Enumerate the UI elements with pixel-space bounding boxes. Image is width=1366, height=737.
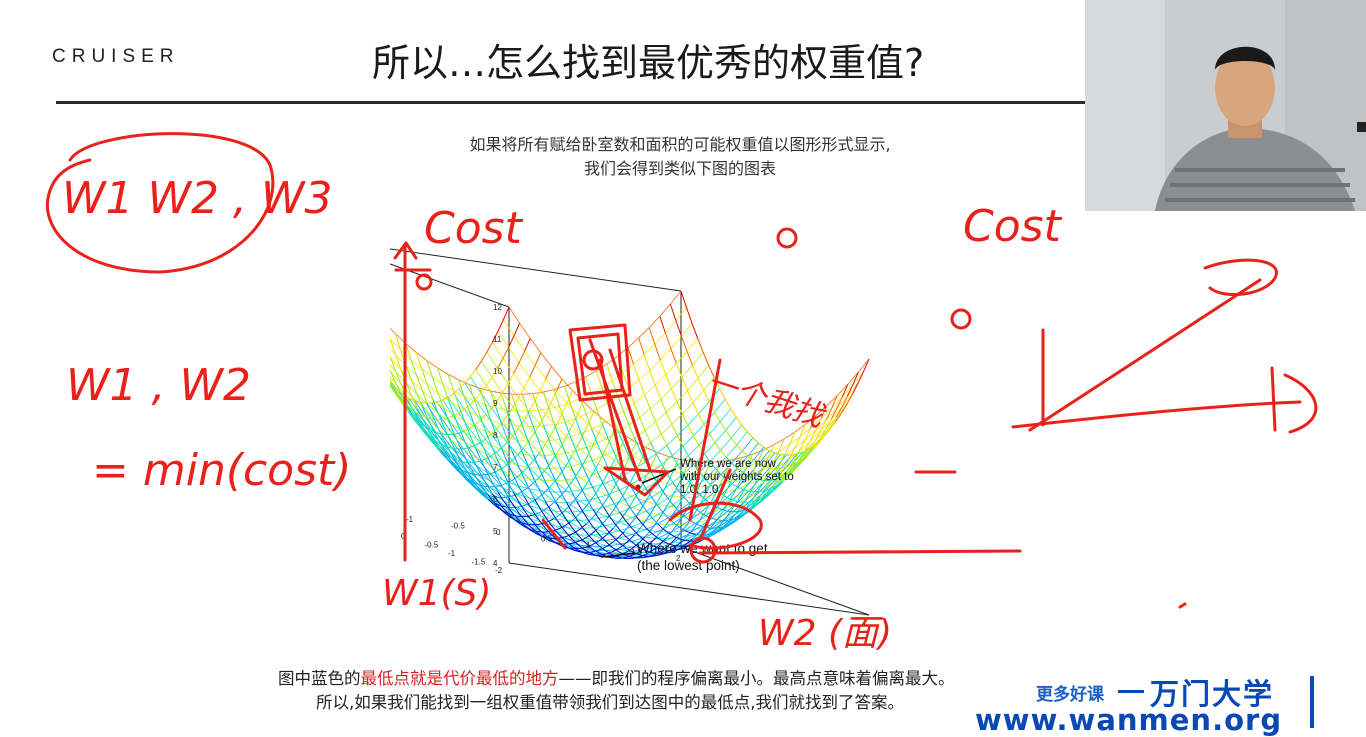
minimum-circle xyxy=(691,538,715,562)
corner-circle-top xyxy=(778,229,796,247)
right-axis-w xyxy=(1272,368,1316,432)
caption-before: 图中蓝色的 xyxy=(278,669,361,688)
left-slash xyxy=(543,520,565,548)
small-dash xyxy=(1180,604,1185,607)
caption-line-2: 所以,如果我们能找到一组权重值带领我们到达图中的最低点,我们就找到了答案。 xyxy=(316,689,904,713)
hand-w1w2: W1 , W2 xyxy=(66,360,251,411)
caption-highlight: 最低点就是代价最低的地方 xyxy=(361,669,559,688)
hand-min-cost: = min(cost) xyxy=(92,445,351,496)
watermark-more-courses: 更多好课 xyxy=(1036,680,1104,705)
corner-circle-left xyxy=(417,275,431,289)
minimum-scribble xyxy=(670,503,761,548)
watermark-url: www.wanmen.org xyxy=(975,703,1282,737)
hand-cost-right: Cost xyxy=(963,201,1063,252)
hand-weights: W1 W2 , W3 xyxy=(62,173,332,224)
watermark-dash xyxy=(1118,690,1144,693)
right-axis-ellipse xyxy=(1205,260,1276,294)
hand-axis-w1: W1(S) xyxy=(382,573,491,614)
level-line xyxy=(700,551,1020,553)
watermark-bar xyxy=(1310,676,1314,728)
caption-after: ——即我们的程序偏离最小。最高点意味着偏离最大。 xyxy=(559,669,955,688)
webcam-feed xyxy=(1085,0,1366,211)
hand-cost-left: Cost xyxy=(424,203,524,254)
hand-side-note: 一个我找 xyxy=(703,364,831,435)
caption-line-1: 图中蓝色的最低点就是代价最低的地方——即我们的程序偏离最小。最高点意味着偏离最大… xyxy=(278,665,955,689)
presenter-image xyxy=(1085,0,1366,211)
hand-axis-w2: W2 (面) xyxy=(758,613,892,654)
corner-circle-right xyxy=(952,310,970,328)
